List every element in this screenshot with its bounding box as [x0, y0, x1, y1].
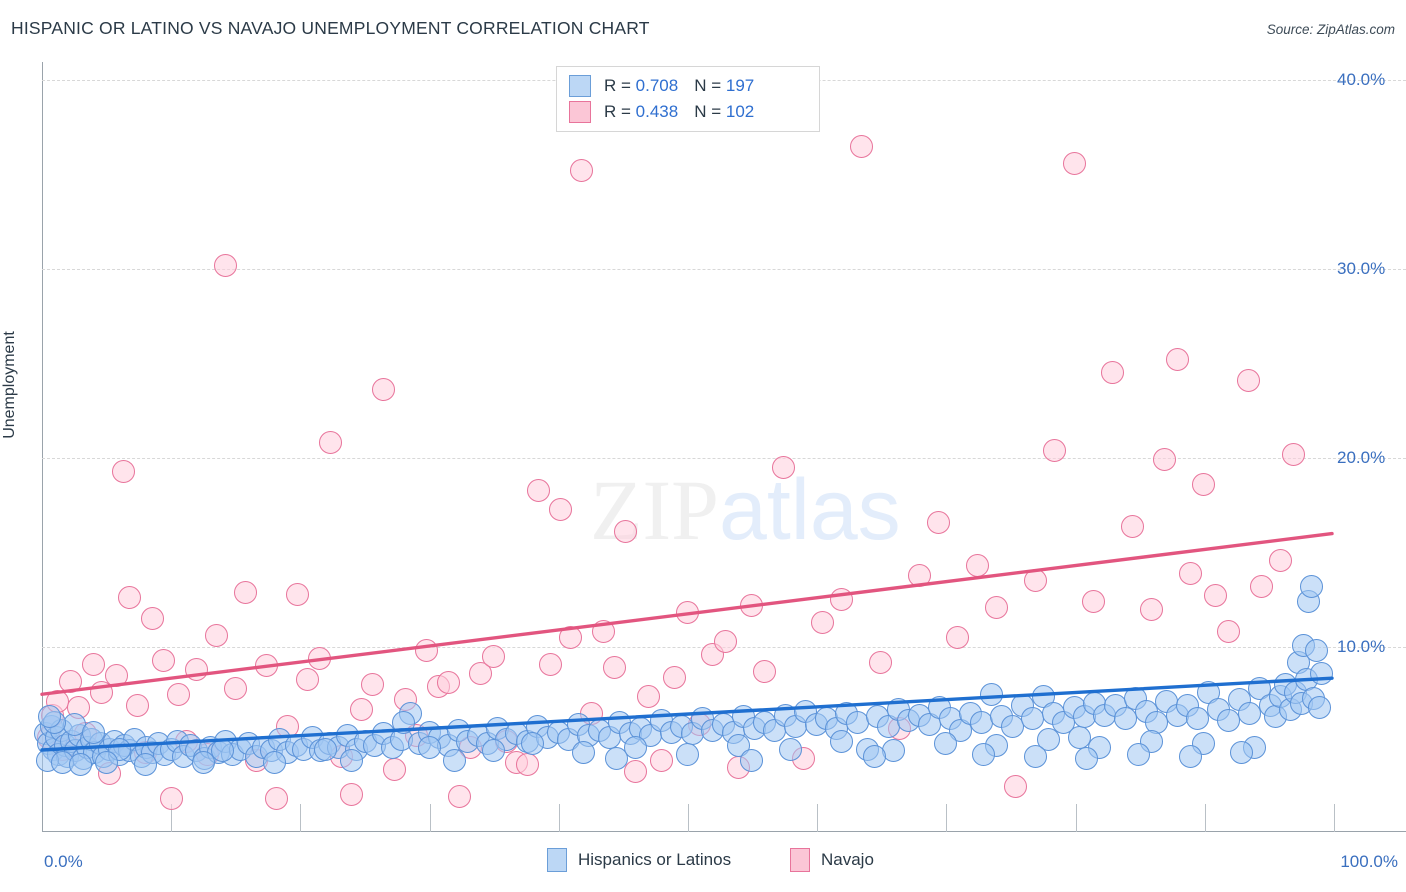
- legend-color-box-navajo: [790, 848, 810, 872]
- correlation-legend-row-navajo: R = 0.438 N = 102: [569, 99, 754, 124]
- y-tick-label: 40.0%: [1337, 70, 1386, 89]
- r-value-hispanics: 0.708: [635, 75, 679, 95]
- chart-root: HISPANIC OR LATINO VS NAVAJO UNEMPLOYMEN…: [0, 0, 1406, 892]
- legend-item-navajo[interactable]: Navajo: [790, 848, 874, 872]
- n-value-hispanics: 197: [725, 75, 755, 95]
- page-title: HISPANIC OR LATINO VS NAVAJO UNEMPLOYMEN…: [11, 18, 650, 38]
- correlation-legend-row-hispanics: R = 0.708 N = 197: [569, 73, 754, 98]
- correlation-legend: R = 0.708 N = 197 R = 0.438 N = 102: [556, 66, 820, 132]
- legend-label-hispanics: Hispanics or Latinos: [578, 850, 732, 869]
- plot-area: ZIPatlas: [34, 62, 1406, 832]
- x-axis-min-label: 0.0%: [44, 852, 83, 871]
- y-axis-title: Unemployment: [1, 331, 18, 439]
- trend-lines: [40, 531, 1334, 752]
- legend-item-hispanics[interactable]: Hispanics or Latinos: [547, 848, 731, 872]
- legend-color-box-hispanics: [547, 848, 567, 872]
- trend-line-navajo: [40, 531, 1334, 696]
- y-tick-label: 30.0%: [1337, 259, 1386, 278]
- correlation-stats-navajo: R = 0.438 N = 102: [604, 101, 755, 121]
- series-legend: Hispanics or Latinos Navajo: [0, 848, 1406, 878]
- chart-header: HISPANIC OR LATINO VS NAVAJO UNEMPLOYMEN…: [0, 0, 1406, 52]
- source-attribution: Source: ZipAtlas.com: [1266, 22, 1395, 37]
- legend-swatch-hispanics: [569, 74, 591, 97]
- legend-swatch-navajo: [569, 100, 591, 123]
- correlation-stats-hispanics: R = 0.708 N = 197: [604, 75, 755, 95]
- x-axis-max-label: 100.0%: [1340, 852, 1398, 871]
- trend-line-hispanics: [40, 676, 1334, 752]
- y-tick-label: 10.0%: [1337, 637, 1386, 656]
- n-value-navajo: 102: [725, 101, 755, 121]
- legend-label-navajo: Navajo: [821, 850, 874, 869]
- r-value-navajo: 0.438: [635, 101, 679, 121]
- y-tick-label: 20.0%: [1337, 448, 1386, 467]
- x-axis-tick: [1334, 804, 1335, 832]
